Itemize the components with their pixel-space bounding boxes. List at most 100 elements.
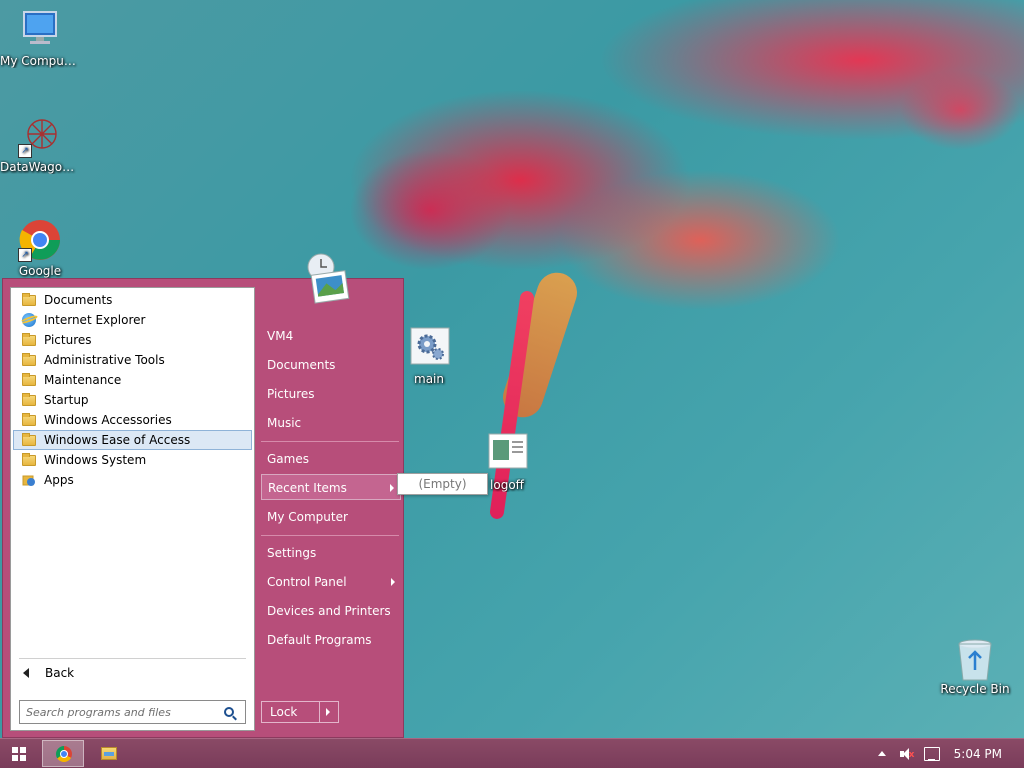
submenu-arrow-icon	[390, 484, 394, 492]
start-button[interactable]	[0, 739, 38, 768]
program-item-windows-accessories[interactable]: Windows Accessories	[13, 410, 252, 430]
program-label: Windows Ease of Access	[44, 433, 191, 447]
places-label: Recent Items	[268, 481, 347, 495]
places-label: My Computer	[267, 510, 348, 524]
program-label: Pictures	[44, 333, 92, 347]
program-item-pictures[interactable]: Pictures	[13, 330, 252, 350]
desktop-icon-label: DataWagon...	[0, 160, 80, 174]
folder-icon	[22, 372, 36, 386]
chrome-icon: ↗	[18, 218, 62, 262]
program-label: Windows System	[44, 453, 147, 467]
program-label: Documents	[44, 293, 113, 307]
program-item-startup[interactable]: Startup	[13, 390, 252, 410]
program-label: Windows Accessories	[44, 413, 172, 427]
places-item-vm4[interactable]: VM4	[261, 323, 401, 349]
folder-icon	[22, 292, 36, 306]
program-item-windows-ease-of-access[interactable]: Windows Ease of Access	[13, 430, 252, 450]
places-item-music[interactable]: Music	[261, 410, 401, 436]
show-hidden-icons-icon[interactable]	[877, 751, 886, 756]
desktop-icon-label: Recycle Bin	[940, 682, 1010, 696]
folder-icon	[22, 412, 36, 426]
back-arrow-icon	[23, 668, 29, 678]
program-label: Internet Explorer	[44, 313, 146, 327]
windows-logo-icon	[12, 747, 26, 761]
places-label: Settings	[267, 546, 317, 560]
internet-explorer-icon	[22, 313, 36, 327]
recent-items-submenu: (Empty)	[397, 473, 488, 495]
places-label: Documents	[267, 358, 336, 372]
start-menu-programs-pane: Documents Internet Explorer Pictures Adm…	[10, 287, 255, 731]
apps-icon	[22, 473, 36, 487]
shortcut-arrow-icon: ↗	[18, 248, 32, 262]
places-item-documents[interactable]: Documents	[261, 352, 401, 378]
back-button[interactable]: Back	[19, 662, 74, 684]
start-menu: Documents Internet Explorer Pictures Adm…	[2, 253, 404, 738]
system-tray: x 5:04 PM	[877, 739, 1024, 768]
places-item-my-computer[interactable]: My Computer	[261, 504, 401, 530]
search-icon[interactable]	[224, 707, 234, 717]
start-menu-places-pane: VM4 Documents Pictures Music Games Recen…	[257, 253, 403, 737]
program-item-administrative-tools[interactable]: Administrative Tools	[13, 350, 252, 370]
desktop-icon-my-computer[interactable]: My Computer	[0, 8, 80, 68]
places-item-devices-and-printers[interactable]: Devices and Printers	[261, 598, 401, 624]
folder-icon	[22, 352, 36, 366]
program-item-apps[interactable]: Apps	[13, 470, 252, 490]
desktop-icon-recycle-bin[interactable]: Recycle Bin	[935, 636, 1015, 696]
back-label: Back	[45, 666, 75, 680]
volume-muted-icon[interactable]: x	[899, 747, 914, 761]
computer-icon	[18, 8, 62, 52]
places-label: Control Panel	[267, 575, 347, 589]
programs-separator	[19, 658, 246, 659]
search-box	[19, 700, 246, 724]
submenu-empty-label: (Empty)	[418, 477, 467, 491]
lock-button: Lock	[261, 701, 339, 723]
submenu-arrow-icon	[391, 578, 395, 586]
taskbar-chrome-button[interactable]	[42, 740, 84, 767]
program-label: Maintenance	[44, 373, 122, 387]
places-item-control-panel[interactable]: Control Panel	[261, 569, 401, 595]
desktop-icon-label: My Computer	[0, 54, 80, 68]
program-item-internet-explorer[interactable]: Internet Explorer	[13, 310, 252, 330]
places-separator	[261, 535, 399, 536]
folder-icon	[22, 392, 36, 406]
clock[interactable]: 5:04 PM	[954, 747, 1002, 761]
places-item-pictures[interactable]: Pictures	[261, 381, 401, 407]
program-label: Apps	[44, 473, 74, 487]
shortcut-arrow-icon: ↗	[18, 144, 32, 158]
shutdown-options-arrow-icon[interactable]	[319, 702, 338, 722]
taskbar-file-explorer-button[interactable]	[94, 740, 124, 767]
recycle-bin-icon	[953, 636, 997, 681]
user-picture-icon[interactable]	[299, 251, 355, 307]
program-label: Administrative Tools	[44, 353, 165, 367]
settings-script-icon	[407, 326, 451, 370]
desktop-icon-label: Google	[18, 264, 62, 278]
places-separator	[261, 441, 399, 442]
program-item-maintenance[interactable]: Maintenance	[13, 370, 252, 390]
search-input[interactable]	[20, 704, 218, 720]
places-label: Devices and Printers	[267, 604, 391, 618]
places-item-games[interactable]: Games	[261, 446, 401, 472]
places-item-recent-items[interactable]: Recent Items	[261, 474, 401, 500]
places-label: Pictures	[267, 387, 315, 401]
places-label: Games	[267, 452, 309, 466]
network-icon[interactable]	[923, 746, 940, 761]
folder-icon	[22, 452, 36, 466]
places-label: Default Programs	[267, 633, 372, 647]
chrome-icon	[56, 746, 72, 762]
taskbar: x 5:04 PM	[0, 738, 1024, 768]
program-label: Startup	[44, 393, 89, 407]
lock-label[interactable]: Lock	[262, 705, 319, 719]
desktop-icon-google[interactable]: ↗ Google	[0, 218, 80, 278]
places-label: VM4	[267, 329, 294, 343]
datawagon-icon: ↗	[18, 114, 62, 158]
desktop-icon-datawagon[interactable]: ↗ DataWagon...	[0, 114, 80, 174]
places-item-settings[interactable]: Settings	[261, 540, 401, 566]
program-item-windows-system[interactable]: Windows System	[13, 450, 252, 470]
folder-icon	[22, 432, 36, 446]
places-label: Music	[267, 416, 302, 430]
program-list: Documents Internet Explorer Pictures Adm…	[13, 290, 252, 490]
places-item-default-programs[interactable]: Default Programs	[261, 627, 401, 653]
program-item-documents[interactable]: Documents	[13, 290, 252, 310]
document-icon	[485, 432, 529, 476]
folder-icon	[22, 332, 36, 346]
